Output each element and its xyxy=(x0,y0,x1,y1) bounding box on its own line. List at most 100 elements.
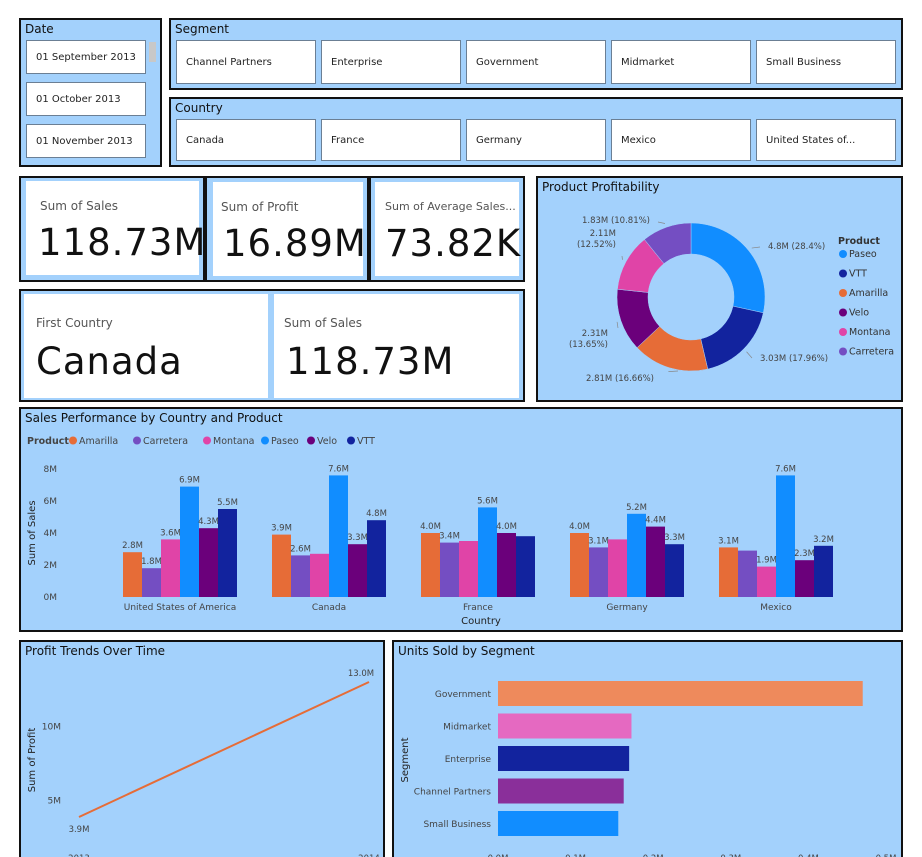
bar xyxy=(367,520,386,597)
kpi-card: Sum of Profit 16.89M xyxy=(213,182,366,276)
segment-item[interactable]: Enterprise xyxy=(321,40,461,84)
country-item[interactable]: France xyxy=(321,119,461,161)
bar-data-label: 1.9M xyxy=(756,556,777,566)
kpi-value: 16.89M xyxy=(223,222,367,265)
segment-item[interactable]: Government xyxy=(466,40,606,84)
date-item[interactable]: 01 November 2013 xyxy=(26,124,146,158)
bar xyxy=(218,509,237,597)
bar xyxy=(310,553,329,597)
bar xyxy=(180,486,199,597)
bar xyxy=(459,541,478,597)
legend-entry: Paseo xyxy=(271,436,299,447)
bar xyxy=(665,544,684,597)
date-slicer: Date 01 September 2013 01 October 2013 0… xyxy=(19,18,162,167)
country-slicer-title: Country xyxy=(175,101,223,115)
country-item[interactable]: Germany xyxy=(466,119,606,161)
segment-slicer-title: Segment xyxy=(175,22,229,36)
donut-leader-line xyxy=(657,221,666,224)
bar xyxy=(421,533,440,597)
kpi-card: Sum of Sales 118.73M xyxy=(26,181,205,275)
y-tick-label: 10M xyxy=(42,723,61,733)
bar xyxy=(497,533,516,597)
legend-entry: Amarilla xyxy=(849,288,888,299)
slicer-scrollbar[interactable] xyxy=(149,42,156,62)
y-tick-label: Small Business xyxy=(423,820,491,830)
bar xyxy=(348,544,367,597)
legend-entry: Amarilla xyxy=(79,436,118,447)
bar-data-label: 5.6M xyxy=(477,496,498,506)
y-tick-label: 5M xyxy=(48,797,62,807)
y-axis-label: Segment xyxy=(400,737,411,782)
profit-trends-chart: 5M10MSum of Profit3.9M13.0M20132014 xyxy=(27,669,380,857)
bar xyxy=(757,566,776,597)
legend-marker xyxy=(839,308,847,317)
legend-entry: Carretera xyxy=(143,436,188,447)
bar xyxy=(272,534,291,597)
y-tick-label: 4M xyxy=(44,529,58,539)
legend-marker xyxy=(133,436,141,445)
kpi-card: First Country Canada xyxy=(24,294,268,398)
bar-data-label: 3.3M xyxy=(664,533,685,543)
kpi-card: Sum of Average Sales... 73.82K xyxy=(375,182,522,276)
bar xyxy=(589,547,608,597)
legend-entry: Montana xyxy=(213,436,254,447)
legend-title: Product xyxy=(27,436,69,447)
segment-item[interactable]: Midmarket xyxy=(611,40,751,84)
bar xyxy=(498,681,863,706)
legend-entry: Montana xyxy=(849,327,890,338)
country-item[interactable]: Mexico xyxy=(611,119,751,161)
kpi-label: Sum of Average Sales... xyxy=(385,200,516,213)
bar xyxy=(738,550,757,597)
kpi-label: Sum of Sales xyxy=(40,199,119,213)
x-axis-label: Country xyxy=(461,616,501,627)
donut-data-label: 2.11M xyxy=(590,229,616,239)
bar-data-label: 4.4M xyxy=(645,516,666,526)
bar xyxy=(498,746,630,771)
segment-item[interactable]: Channel Partners xyxy=(176,40,316,84)
bar-data-label: 3.1M xyxy=(588,536,609,546)
segment-item[interactable]: Small Business xyxy=(756,40,896,84)
legend-marker xyxy=(203,436,211,445)
bar xyxy=(498,811,619,836)
donut-data-label: 1.83M (10.81%) xyxy=(582,216,650,226)
units-sold-panel: Units Sold by Segment Government Midmarke… xyxy=(392,640,903,857)
x-tick-label: France xyxy=(463,603,493,613)
y-axis-label: Sum of Sales xyxy=(27,500,38,565)
donut-leader-line xyxy=(616,321,619,329)
date-item[interactable]: 01 September 2013 xyxy=(26,40,146,74)
legend-entry: VTT xyxy=(849,269,867,280)
kpi-value: 118.73M xyxy=(286,340,455,383)
bar-data-label: 2.3M xyxy=(794,549,815,559)
legend-entry: VTT xyxy=(357,436,375,447)
bar xyxy=(329,475,348,597)
date-item[interactable]: 01 October 2013 xyxy=(26,82,146,116)
units-sold-chart: Government Midmarket Enterprise Channel Par… xyxy=(400,681,896,857)
line-data-label: 3.9M xyxy=(69,825,90,835)
date-slicer-title: Date xyxy=(25,22,54,36)
donut-slice xyxy=(700,305,764,370)
segment-slicer: Segment Channel Partners Enterprise Gove… xyxy=(169,18,903,90)
first-country-panel: First Country Canada Sum of Sales 118.73… xyxy=(19,289,525,402)
legend-marker xyxy=(261,436,269,445)
legend-marker xyxy=(69,436,77,445)
country-item[interactable]: Canada xyxy=(176,119,316,161)
profit-line xyxy=(78,681,370,818)
bar xyxy=(123,552,142,597)
donut-leader-line xyxy=(746,351,753,359)
bar-data-label: 4.3M xyxy=(198,517,219,527)
y-tick-label: Midmarket xyxy=(443,723,491,733)
bar-data-label: 7.6M xyxy=(775,464,796,474)
bar xyxy=(814,545,833,597)
legend-entry: Velo xyxy=(849,308,869,319)
bar xyxy=(440,542,459,597)
bar-data-label: 3.3M xyxy=(347,533,368,543)
bar xyxy=(795,560,814,597)
x-tick-label: United States of America xyxy=(124,603,236,613)
product-profitability-panel: Product Profitability 4.8M (28.4%) 3.03M … xyxy=(536,176,903,402)
x-tick-label: Canada xyxy=(312,603,346,613)
y-tick-label: 2M xyxy=(44,561,58,571)
legend-marker xyxy=(839,269,847,278)
kpi-value: 73.82K xyxy=(385,222,522,265)
legend-marker xyxy=(839,289,847,297)
country-item[interactable]: United States of... xyxy=(756,119,896,161)
